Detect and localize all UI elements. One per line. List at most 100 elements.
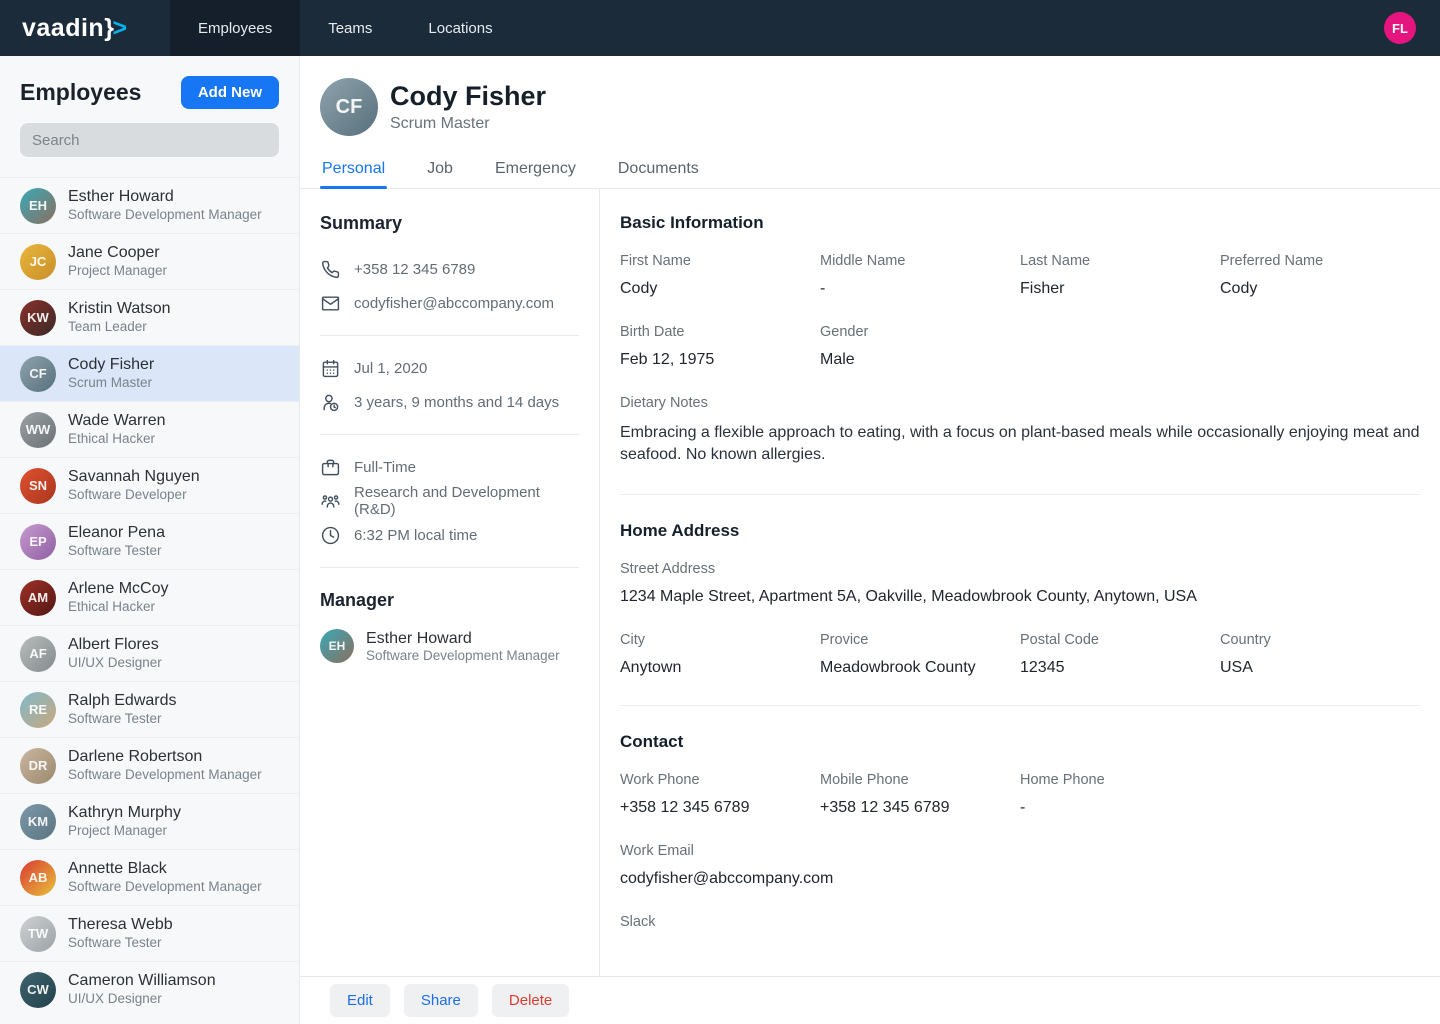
manager-heading: Manager [320,590,579,611]
field-value: Male [820,351,1020,369]
employee-info: Jane Cooper Project Manager [68,243,167,280]
add-new-button[interactable]: Add New [181,76,279,109]
summary-start-date: Jul 1, 2020 [354,360,427,377]
employee-avatar: CW [20,972,56,1008]
employee-list-item[interactable]: AB Annette Black Software Development Ma… [0,849,299,905]
share-button[interactable]: Share [404,984,478,1017]
employee-list-item[interactable]: KW Kristin Watson Team Leader [0,289,299,345]
field-value: USA [1220,659,1420,677]
field-label: Provice [820,632,1020,648]
employee-list-item[interactable]: TW Theresa Webb Software Tester [0,905,299,961]
delete-button[interactable]: Delete [492,984,569,1017]
summary-employment-type: Full-Time [354,459,416,476]
employee-name: Kristin Watson [68,299,171,318]
nav-item[interactable]: Locations [400,0,520,56]
employee-list-item[interactable]: WW Wade Warren Ethical Hacker [0,401,299,457]
employee-list-item[interactable]: SN Savannah Nguyen Software Developer [0,457,299,513]
profile-tab[interactable]: Job [425,152,455,188]
employee-list-item[interactable]: RE Ralph Edwards Software Tester [0,681,299,737]
work-email-field: Work Email codyfisher@abccompany.com [620,843,1420,888]
nav-item[interactable]: Employees [170,0,300,56]
field-value: Feb 12, 1975 [620,351,820,369]
field-value: Anytown [620,659,820,677]
logo-text: vaadin [22,14,104,43]
street-address-field: Street Address 1234 Maple Street, Apartm… [620,561,1420,606]
employee-avatar: CF [20,356,56,392]
employee-list-item[interactable]: KM Kathryn Murphy Project Manager [0,793,299,849]
employee-list-item[interactable]: JC Jane Cooper Project Manager [0,233,299,289]
summary-department-row: Research and Development (R&D) [320,484,579,518]
field: Home Phone - [1020,772,1220,817]
employee-list-item[interactable]: DR Darlene Robertson Software Developmen… [0,737,299,793]
contact-phone-fields: Work Phone +358 12 345 6789 Mobile Phone… [620,772,1420,817]
employee-list-item[interactable]: EH Esther Howard Software Development Ma… [0,177,299,233]
vaadin-logo[interactable]: vaadin}> [0,14,170,43]
profile-tab[interactable]: Documents [616,152,701,188]
employee-list-item[interactable]: CW Cameron Williamson UI/UX Designer [0,961,299,1017]
employee-list-item[interactable]: AM Arlene McCoy Ethical Hacker [0,569,299,625]
employee-info: Darlene Robertson Software Development M… [68,747,262,784]
nav-item-label: Locations [428,20,492,37]
profile-name: Cody Fisher [390,81,546,112]
employee-avatar: JC [20,244,56,280]
field-value: - [1020,799,1220,817]
phone-icon [320,259,340,279]
field: Middle Name - [820,253,1020,298]
nav-item[interactable]: Teams [300,0,400,56]
profile-tab[interactable]: Personal [320,152,387,188]
employee-name: Cameron Williamson [68,971,216,990]
employee-name: Theresa Webb [68,915,173,934]
employee-list: EH Esther Howard Software Development Ma… [0,177,299,1024]
field-label: Postal Code [1020,632,1220,648]
field-value: Meadowbrook County [820,659,1020,677]
top-navbar: vaadin}> Employees Teams Locations FL [0,0,1440,56]
field: Preferred Name Cody [1220,253,1420,298]
employee-name: Annette Black [68,859,262,878]
profile-tab[interactable]: Emergency [493,152,578,188]
field: Birth Date Feb 12, 1975 [620,324,820,369]
team-icon [320,491,340,511]
street-address-value: 1234 Maple Street, Apartment 5A, Oakvill… [620,588,1420,606]
employee-avatar: RE [20,692,56,728]
field-value: +358 12 345 6789 [820,799,1020,817]
employee-info: Wade Warren Ethical Hacker [68,411,166,448]
field-label: Preferred Name [1220,253,1420,269]
contact-heading: Contact [620,732,1420,752]
basic-information-heading: Basic Information [620,213,1420,233]
work-email-value: codyfisher@abccompany.com [620,870,1420,888]
employee-name: Eleanor Pena [68,523,165,542]
field-label: Middle Name [820,253,1020,269]
field: First Name Cody [620,253,820,298]
employee-role: Software Tester [68,542,165,560]
field-value: Cody [1220,280,1420,298]
home-address-fields: City Anytown Provice Meadowbrook County … [620,632,1420,677]
manager-avatar: EH [320,629,354,663]
employee-role: UI/UX Designer [68,990,216,1008]
slack-field: Slack [620,914,1420,930]
employee-info: Cameron Williamson UI/UX Designer [68,971,216,1008]
employee-role: Project Manager [68,822,181,840]
user-avatar-badge[interactable]: FL [1384,12,1416,44]
employee-name: Wade Warren [68,411,166,430]
clock-icon [320,525,340,545]
employee-role: Scrum Master [68,374,154,392]
summary-local-time-row: 6:32 PM local time [320,518,579,552]
employee-list-item[interactable]: CF Cody Fisher Scrum Master [0,345,299,401]
employee-list-item[interactable]: EP Eleanor Pena Software Tester [0,513,299,569]
profile-role: Scrum Master [390,115,546,133]
field-label: Home Phone [1020,772,1220,788]
street-address-label: Street Address [620,561,1420,577]
employee-avatar: AB [20,860,56,896]
manager-card[interactable]: EH Esther Howard Software Development Ma… [320,629,579,663]
summary-divider [320,567,579,568]
employee-avatar: KW [20,300,56,336]
basic-info-row2: Birth Date Feb 12, 1975 Gender Male [620,324,1420,369]
profile-tab-label: Personal [322,160,385,177]
summary-email: codyfisher@abccompany.com [354,295,554,312]
employee-avatar: TW [20,916,56,952]
field-value: +358 12 345 6789 [620,799,820,817]
search-input[interactable] [20,123,279,157]
employee-avatar: DR [20,748,56,784]
employee-list-item[interactable]: AF Albert Flores UI/UX Designer [0,625,299,681]
edit-button[interactable]: Edit [330,984,390,1017]
